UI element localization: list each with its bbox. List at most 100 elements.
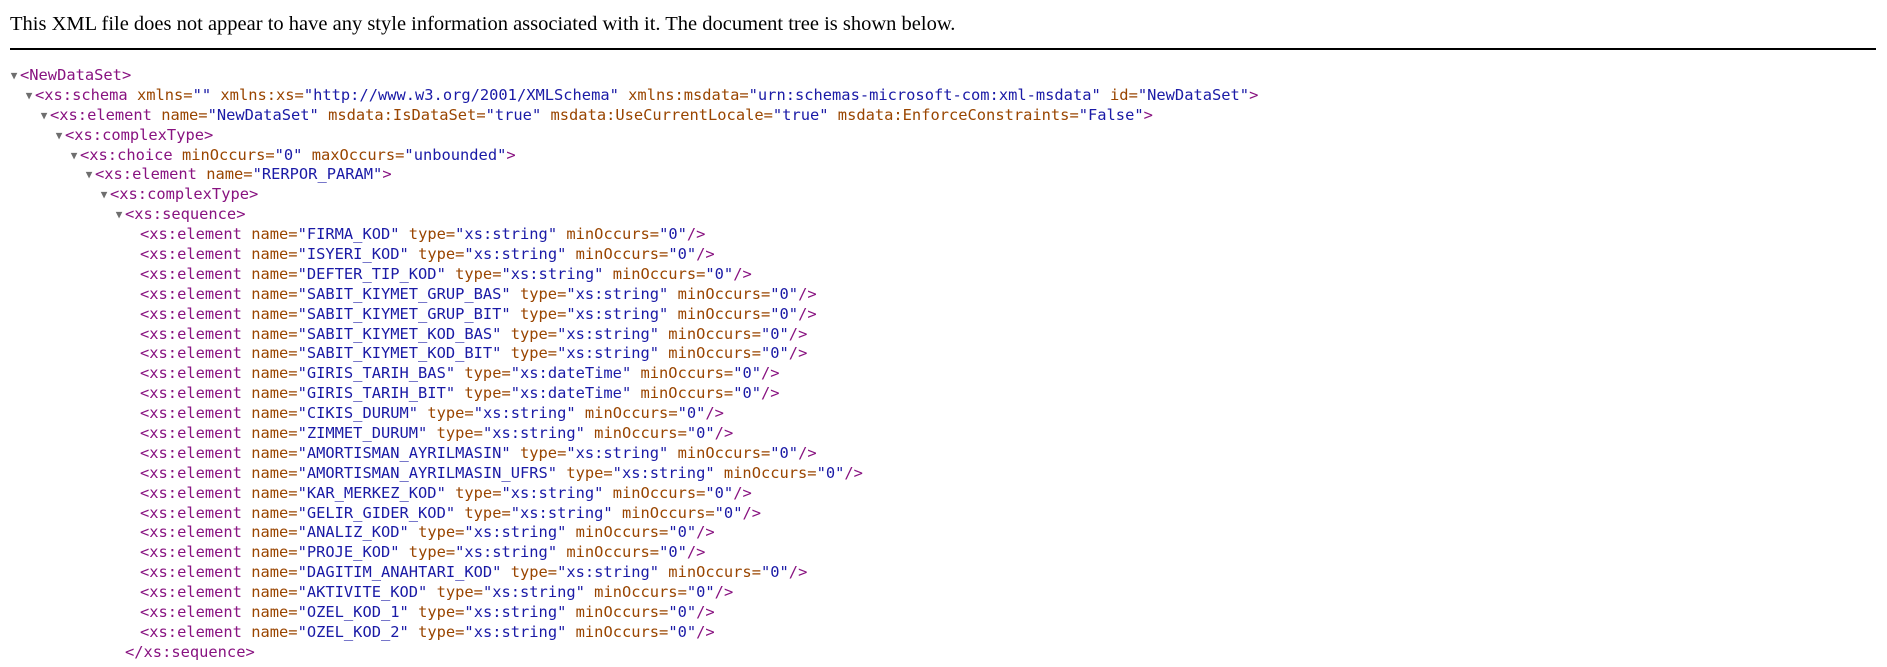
tag-end: > [1143,105,1153,124]
attribute-name: name [251,503,289,522]
notice-text: This XML file does not appear to have an… [10,13,956,35]
attribute-value: "False" [1078,105,1144,124]
attribute-name: type [464,503,502,522]
collapse-arrow-icon[interactable]: ▼ [23,86,35,106]
attribute-value: "0" [659,543,687,562]
attribute-value: "RERPOR_PARAM" [252,165,383,184]
attribute-name: type [519,443,558,462]
tag-name: <xs:element [140,324,242,343]
attribute-name: type [418,622,456,641]
attribute-value: "GIRIS_TARIH_BIT" [297,384,456,403]
tag-name: <xs:element [140,284,242,303]
attribute-name: type [519,304,558,323]
attribute-name: minOccurs [621,503,706,522]
xml-tag-content: <xs:element name="GIRIS_TARIH_BIT" type=… [140,384,780,403]
attribute-value: "xs:string" [464,245,567,264]
tag-name: <xs:element [140,424,242,443]
attribute-value: "CIKIS_DURUM" [297,404,419,423]
attribute-name: name [251,563,289,582]
tag-end: /> [696,245,715,264]
tag-end: > [1249,85,1259,104]
collapse-arrow-icon[interactable]: ▼ [83,165,95,185]
attribute-value: "0" [733,364,761,383]
tag-name: <xs:sequence [125,205,237,224]
attribute-value: "0" [714,503,743,522]
attribute-name: minOccurs [640,384,724,403]
tag-name: <xs:element [140,523,242,542]
attribute-value: "SABIT_KIYMET_KOD_BIT" [297,344,502,363]
attribute-name: name [251,364,289,383]
attribute-value: "" [192,85,212,104]
tag-name: <xs:element [140,563,242,582]
tag-name: <xs:complexType [65,125,204,144]
attribute-value: "0" [668,603,697,622]
attribute-name: name [251,404,289,423]
tag-end: > [204,125,214,144]
attribute-name: name [251,543,289,562]
attribute-value: "xs:string" [566,443,669,462]
attribute-value: "DAGITIM_ANAHTARI_KOD" [297,563,502,582]
attribute-name: type [464,364,502,383]
xml-tag-content: <NewDataSet> [20,66,131,86]
attribute-value: "urn:schemas-microsoft-com:xml-msdata" [748,85,1101,104]
attribute-name: type [455,264,493,283]
xml-tag-content: <xs:element name="DAGITIM_ANAHTARI_KOD" … [140,563,808,582]
attribute-value: "xs:string" [464,622,567,641]
attribute-value: "0" [274,145,303,164]
attribute-value: "xs:string" [557,563,660,582]
attribute-name: minOccurs [594,424,678,443]
tag-end: /> [761,364,780,383]
attribute-name: name [251,463,289,482]
tag-name: <NewDataSet [20,66,122,84]
tag-end: /> [733,483,752,502]
tag-end: /> [844,463,863,482]
tag-end: > [382,165,392,184]
attribute-value: "NewDataSet" [1137,85,1250,104]
attribute-value: "OZEL_KOD_1" [297,603,409,622]
collapse-arrow-icon[interactable]: ▼ [38,106,50,126]
attribute-value: "xs:string" [566,284,669,303]
tag-name: <xs:element [95,165,197,184]
attribute-name: name [251,284,289,303]
attribute-value: "0" [659,225,687,244]
tag-name: <xs:element [50,105,152,124]
tag-end: > [236,205,246,224]
attribute-name: type [510,324,548,343]
attribute-name: minOccurs [723,463,808,482]
attribute-name: minOccurs [575,523,660,542]
attribute-name: minOccurs [677,443,761,462]
attribute-value: "xs:string" [501,264,604,283]
tag-name: <xs:element [140,364,242,383]
attribute-value: "PROJE_KOD" [297,543,400,562]
attribute-name: minOccurs [677,284,761,303]
tag-end: /> [714,424,734,443]
attribute-name: type [427,404,465,423]
attribute-name: xmlns:msdata [628,85,740,104]
attribute-name: name [251,245,289,264]
xml-tag-content: <xs:complexType> [110,185,258,205]
collapse-arrow-icon[interactable]: ▼ [8,66,20,86]
xml-tag-content: </xs:sequence> [125,643,255,663]
attribute-value: "xs:string" [473,404,576,423]
xml-tag-content: <xs:element name="ZIMMET_DURUM" type="xs… [140,424,734,443]
attribute-name: type [519,284,558,303]
collapse-arrow-icon[interactable]: ▼ [53,126,65,146]
collapse-arrow-icon[interactable]: ▼ [98,185,110,205]
attribute-value: "OZEL_KOD_2" [297,622,409,641]
collapse-arrow-icon[interactable]: ▼ [68,146,80,166]
attribute-value: "xs:string" [455,225,558,244]
tag-name: <xs:element [140,384,242,403]
collapse-arrow-icon[interactable]: ▼ [113,205,125,225]
attribute-value: "0" [760,344,789,363]
attribute-name: xmlns [136,85,184,104]
attribute-name: id [1110,85,1129,104]
attribute-name: type [436,583,474,602]
tag-name: <xs:element [140,225,242,244]
attribute-value: "ANALIZ_KOD" [297,523,409,542]
attribute-name: name [251,344,289,363]
xml-tag-content: <xs:element name="DEFTER_TIP_KOD" type="… [140,264,752,283]
attribute-value: "NewDataSet" [207,105,319,124]
tag-end: /> [714,583,734,602]
attribute-value: "DEFTER_TIP_KOD" [297,264,446,283]
tag-end: > [249,185,259,204]
